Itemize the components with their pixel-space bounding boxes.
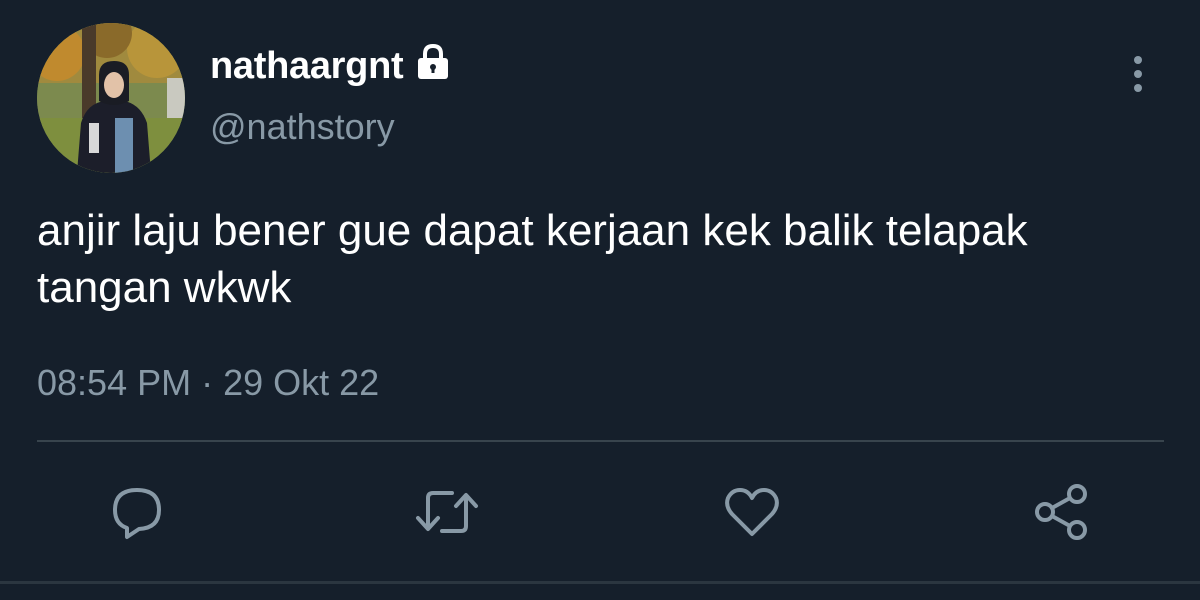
divider bbox=[37, 440, 1164, 442]
more-vertical-icon bbox=[1134, 56, 1142, 92]
avatar-photo bbox=[37, 23, 185, 173]
display-name[interactable]: nathaargnt bbox=[210, 45, 404, 88]
more-options-button[interactable] bbox=[1120, 52, 1156, 96]
share-icon bbox=[1035, 484, 1087, 540]
reply-button[interactable] bbox=[107, 482, 167, 542]
retweet-button[interactable] bbox=[414, 482, 478, 542]
like-button[interactable] bbox=[722, 482, 782, 542]
tweet-text: anjir laju bener gue dapat kerjaan kek b… bbox=[37, 206, 1028, 312]
share-button[interactable] bbox=[1032, 482, 1092, 542]
tweet-timestamp[interactable]: 08:54 PM · 29 Okt 22 bbox=[37, 362, 379, 404]
display-name-row: nathaargnt bbox=[210, 38, 453, 94]
user-handle[interactable]: @nathstory bbox=[210, 106, 395, 148]
heart-icon bbox=[725, 488, 779, 536]
avatar[interactable] bbox=[37, 23, 185, 173]
reply-icon bbox=[113, 488, 161, 539]
retweet-icon bbox=[416, 491, 478, 533]
bottom-border bbox=[0, 581, 1200, 584]
lock-icon bbox=[413, 42, 453, 87]
